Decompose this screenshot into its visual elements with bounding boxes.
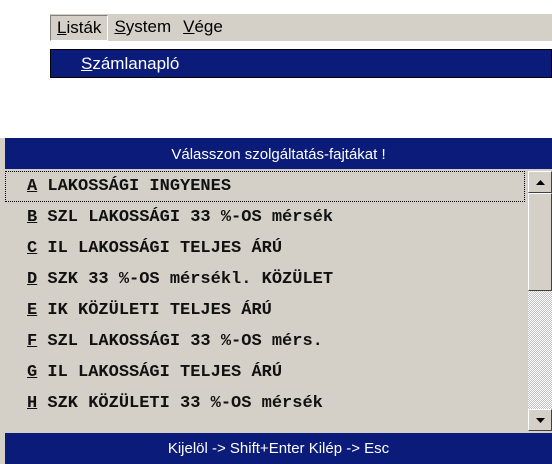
item-key: G <box>27 363 38 382</box>
menu-listak[interactable]: Listák <box>50 14 109 41</box>
item-key: E <box>27 301 38 320</box>
list-item-f[interactable]: F SZL LAKOSSÁGI 33 %-OS mérs. <box>5 326 525 357</box>
menu-system[interactable]: System <box>108 15 177 41</box>
scroll-down-button[interactable] <box>528 409 552 431</box>
menu-listak-label: isták <box>66 17 102 37</box>
menu-system-accel: S <box>114 16 126 36</box>
list-item-c[interactable]: C IL LAKOSSÁGI TELJES ÁRÚ <box>5 233 525 264</box>
scroll-up-button[interactable] <box>528 171 552 193</box>
item-label: SZL LAKOSSÁGI 33 %-OS mérs. <box>37 332 323 351</box>
item-key: D <box>27 270 38 289</box>
submenu-szamlanaplo[interactable]: Számlanapló <box>50 49 552 78</box>
list-item-a[interactable]: A LAKOSSÁGI INGYENES <box>5 171 525 202</box>
item-label: SZL LAKOSSÁGI 33 %-OS mérsék <box>37 208 334 227</box>
service-list[interactable]: A LAKOSSÁGI INGYENES B SZL LAKOSSÁGI 33 … <box>5 171 525 431</box>
list-item-b[interactable]: B SZL LAKOSSÁGI 33 %-OS mérsék <box>5 202 525 233</box>
submenu-accel: S <box>81 54 93 73</box>
submenu-label: zámlanapló <box>92 54 180 73</box>
item-label: SZK KÖZÜLETI 33 %-OS mérsék <box>37 394 323 413</box>
vertical-scrollbar[interactable] <box>528 171 552 431</box>
item-label: LAKOSSÁGI INGYENES <box>37 177 232 196</box>
item-key: C <box>27 239 38 258</box>
arrow-down-icon <box>535 417 545 423</box>
arrow-up-icon <box>535 179 545 185</box>
list-item-d[interactable]: D SZK 33 %-OS mérsékl. KÖZÜLET <box>5 264 525 295</box>
item-label: IL LAKOSSÁGI TELJES ÁRÚ <box>37 363 283 382</box>
item-label: IK KÖZÜLETI TELJES ÁRÚ <box>37 301 272 320</box>
menu-vege-accel: V <box>183 16 195 36</box>
menu-vege-label: ége <box>194 16 223 36</box>
menu-bar: Listák System Vége <box>50 13 552 41</box>
menu-vege[interactable]: Vége <box>177 15 229 41</box>
scroll-thumb[interactable] <box>528 193 552 291</box>
menu-system-label: ystem <box>125 16 172 36</box>
item-label: SZK 33 %-OS mérsékl. KÖZÜLET <box>37 270 334 289</box>
item-label: IL LAKOSSÁGI TELJES ÁRÚ <box>37 239 283 258</box>
item-key: H <box>27 394 38 413</box>
dialog-title: Válasszon szolgáltatás-fajtákat ! <box>5 138 552 169</box>
dialog-footer-hint: Kijelöl -> Shift+Enter Kilép -> Esc <box>5 433 552 464</box>
list-item-e[interactable]: E IK KÖZÜLETI TELJES ÁRÚ <box>5 295 525 326</box>
service-select-dialog: Válasszon szolgáltatás-fajtákat ! A LAKO… <box>0 138 552 464</box>
list-item-h[interactable]: H SZK KÖZÜLETI 33 %-OS mérsék <box>5 388 525 419</box>
list-item-g[interactable]: G IL LAKOSSÁGI TELJES ÁRÚ <box>5 357 525 388</box>
item-key: B <box>27 208 38 227</box>
item-key: F <box>27 332 38 351</box>
item-key: A <box>27 177 38 196</box>
